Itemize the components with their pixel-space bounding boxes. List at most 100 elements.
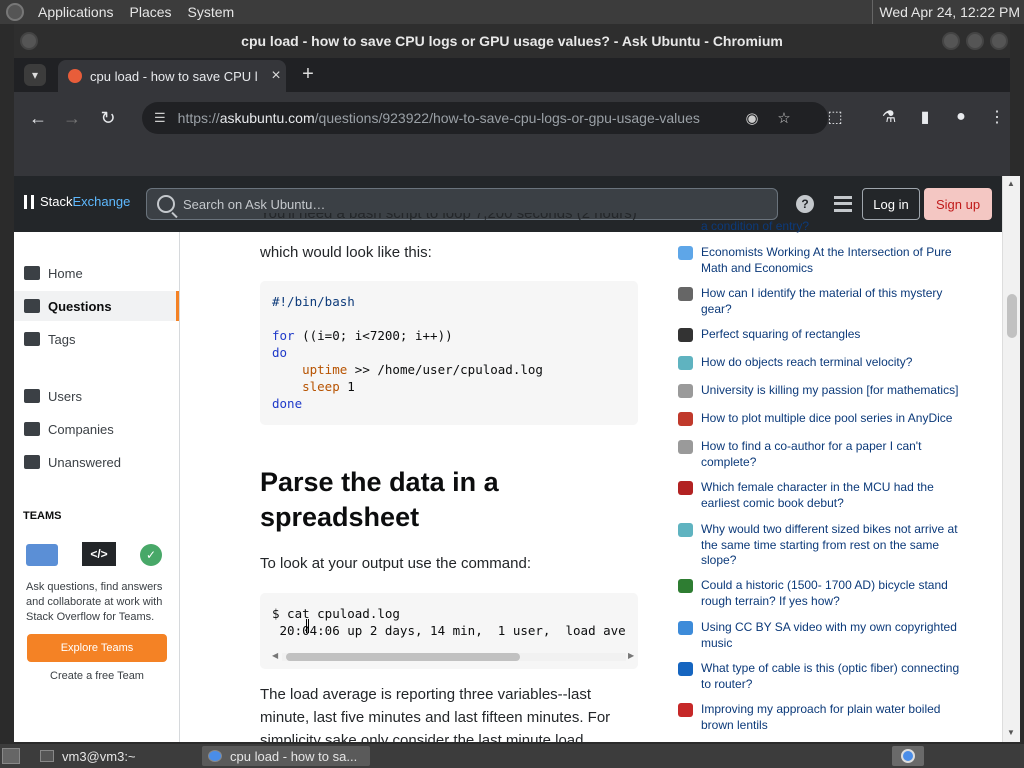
users-icon bbox=[24, 389, 40, 403]
scroll-left-icon[interactable]: ◀ bbox=[272, 651, 278, 660]
stackexchange-logo[interactable]: Stack Exchange bbox=[24, 194, 130, 209]
new-tab-button[interactable]: + bbox=[296, 62, 320, 86]
physics-site-icon bbox=[678, 523, 693, 537]
code-icon: </> bbox=[82, 542, 116, 566]
scroll-up-icon[interactable]: ▲ bbox=[1007, 179, 1015, 188]
create-free-team-link[interactable]: Create a free Team bbox=[14, 670, 180, 682]
physics-site-icon bbox=[678, 356, 693, 370]
teams-illustration: </> ✓ bbox=[26, 542, 166, 568]
nav-home[interactable]: Home bbox=[14, 258, 179, 288]
mathoverflow-site-icon bbox=[678, 328, 693, 342]
login-button[interactable]: Log in bbox=[862, 188, 920, 220]
nav-users[interactable]: Users bbox=[14, 381, 179, 411]
chromium-tray-icon bbox=[901, 749, 915, 763]
reload-button[interactable]: ↻ bbox=[96, 106, 120, 130]
search-icon bbox=[157, 195, 175, 213]
scifi-site-icon bbox=[678, 481, 693, 495]
tab-strip: ▾ cpu load - how to save CPU l × + bbox=[14, 58, 1010, 92]
left-sidebar: Home Questions Tags Users Companies Unan… bbox=[14, 232, 180, 742]
scroll-right-icon[interactable]: ▶ bbox=[628, 651, 634, 660]
opensource-site-icon bbox=[678, 621, 693, 635]
teams-description: Ask questions, find answers and collabor… bbox=[26, 581, 163, 623]
text-cursor bbox=[306, 619, 309, 633]
workspace-switcher[interactable] bbox=[892, 746, 924, 766]
intro-text-partial: You'll need a bash script to loop 7,200 … bbox=[260, 213, 637, 222]
load-average-text: The load average is reporting three vari… bbox=[260, 686, 611, 742]
back-button[interactable]: ← bbox=[26, 106, 50, 130]
bookmark-star-icon[interactable]: ☆ bbox=[774, 108, 794, 128]
chat-bubble-icon bbox=[26, 544, 58, 566]
economics-site-icon bbox=[678, 246, 693, 260]
minimize-button[interactable] bbox=[942, 32, 960, 50]
nav-questions[interactable]: Questions bbox=[14, 291, 179, 321]
places-menu[interactable]: Places bbox=[122, 4, 180, 20]
help-icon[interactable]: ? bbox=[796, 195, 814, 213]
code-horizontal-scrollbar[interactable]: ◀ ▶ bbox=[270, 650, 638, 664]
forward-button[interactable]: → bbox=[60, 106, 84, 130]
url-text[interactable]: https://askubuntu.com/questions/923922/h… bbox=[178, 110, 700, 126]
clock[interactable]: Wed Apr 24, 12:22 PM bbox=[872, 0, 1024, 24]
superuser-site-icon bbox=[678, 662, 693, 676]
distro-logo-icon[interactable] bbox=[6, 3, 24, 21]
tab-title: cpu load - how to save CPU l bbox=[90, 68, 258, 84]
taskbar: vm3@vm3:~ cpu load - how to sa... bbox=[0, 744, 1024, 768]
unanswered-icon bbox=[24, 455, 40, 469]
scroll-down-icon[interactable]: ▼ bbox=[1007, 728, 1015, 737]
search-placeholder: Search on Ask Ubuntu… bbox=[183, 196, 326, 212]
window-title: cpu load - how to save CPU logs or GPU u… bbox=[241, 33, 783, 49]
intro-text: which would look like this: bbox=[260, 244, 432, 261]
code-scroll-thumb[interactable] bbox=[286, 653, 520, 661]
nav-companies[interactable]: Companies bbox=[14, 414, 179, 444]
show-desktop-icon[interactable] bbox=[2, 748, 20, 764]
section-heading: Parse the data in a spreadsheet bbox=[260, 467, 499, 532]
checkmark-icon: ✓ bbox=[140, 544, 162, 566]
maximize-button[interactable] bbox=[966, 32, 984, 50]
system-panel: Applications Places System Wed Apr 24, 1… bbox=[0, 0, 1024, 24]
code-block-script[interactable]: #!/bin/bash for ((i=0; i<7200; i++)) do … bbox=[260, 281, 638, 425]
page-vertical-scrollbar[interactable]: ▲ ▼ bbox=[1002, 176, 1020, 742]
explore-teams-button[interactable]: Explore Teams bbox=[27, 634, 167, 662]
side-panel-icon[interactable]: ▮ bbox=[914, 106, 936, 128]
cooking-site-icon bbox=[678, 703, 693, 717]
companies-icon bbox=[24, 422, 40, 436]
address-bar[interactable]: ☰ https://askubuntu.com/questions/923922… bbox=[142, 102, 828, 134]
extensions-icon[interactable]: ⬚ bbox=[824, 106, 846, 128]
browser-toolbar: ← → ↻ ☰ https://askubuntu.com/questions/… bbox=[14, 92, 1010, 144]
nav-unanswered[interactable]: Unanswered bbox=[14, 447, 179, 477]
academia-site-icon bbox=[678, 384, 693, 398]
labs-flask-icon[interactable]: ⚗ bbox=[878, 106, 900, 128]
look-output-text: To look at your output use the command: bbox=[260, 555, 531, 572]
applications-menu[interactable]: Applications bbox=[30, 4, 122, 20]
questions-icon bbox=[24, 299, 40, 313]
chromium-icon bbox=[208, 750, 222, 762]
chrome-menu-icon[interactable]: ⋮ bbox=[986, 106, 1008, 128]
terminal-icon bbox=[40, 750, 54, 762]
system-menu[interactable]: System bbox=[180, 4, 243, 20]
tag-icon bbox=[24, 332, 40, 346]
engineering-site-icon bbox=[678, 287, 693, 301]
eye-off-icon[interactable]: ◉ bbox=[742, 108, 762, 128]
rpg-site-icon bbox=[678, 412, 693, 426]
bicycles-site-icon bbox=[678, 579, 693, 593]
tab-close-icon[interactable]: × bbox=[266, 67, 286, 85]
task-chromium[interactable]: cpu load - how to sa... bbox=[202, 746, 370, 766]
academia-site-icon bbox=[678, 440, 693, 454]
site-switcher-icon[interactable] bbox=[834, 196, 852, 212]
window-menu-button[interactable] bbox=[20, 32, 38, 50]
signup-button[interactable]: Sign up bbox=[924, 188, 992, 220]
stackexchange-logo-icon bbox=[24, 194, 34, 209]
nav-tags[interactable]: Tags bbox=[14, 324, 179, 354]
teams-heading: TEAMS bbox=[23, 510, 62, 522]
task-terminal[interactable]: vm3@vm3:~ bbox=[34, 746, 142, 766]
askubuntu-favicon-icon bbox=[68, 69, 82, 83]
tab-search-button[interactable]: ▾ bbox=[24, 64, 46, 86]
profile-icon[interactable]: ● bbox=[950, 106, 972, 128]
window-titlebar[interactable]: cpu load - how to save CPU logs or GPU u… bbox=[14, 24, 1010, 58]
site-info-icon[interactable]: ☰ bbox=[154, 110, 166, 126]
web-page: Stack Exchange Search on Ask Ubuntu… ? Lo… bbox=[14, 176, 1002, 742]
bookmarks-bar bbox=[14, 144, 1010, 176]
home-icon bbox=[24, 266, 40, 280]
close-window-button[interactable] bbox=[990, 32, 1008, 50]
page-scroll-thumb[interactable] bbox=[1007, 294, 1017, 338]
tab-askubuntu[interactable]: cpu load - how to save CPU l × bbox=[58, 60, 286, 92]
